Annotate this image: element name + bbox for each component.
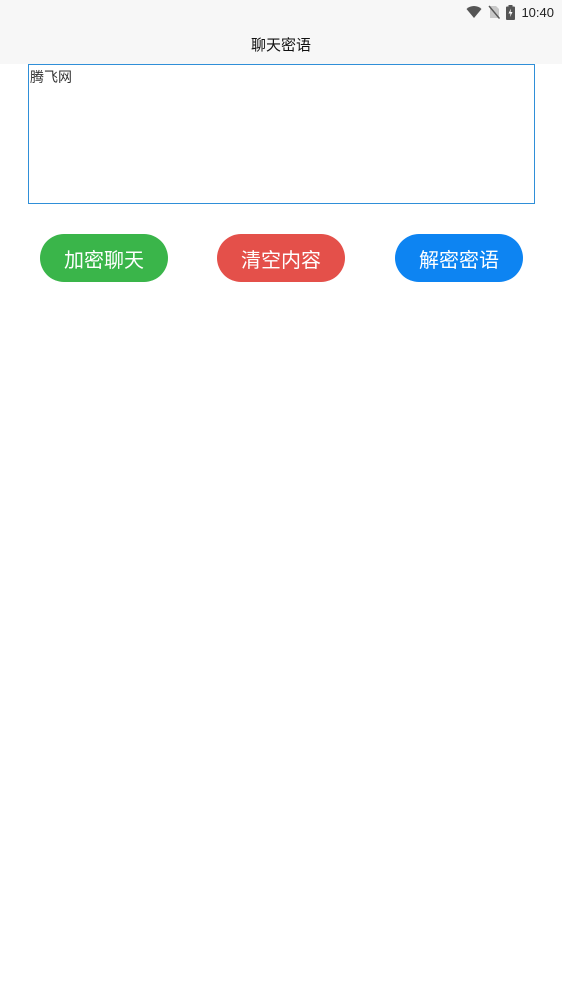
status-bar: 10:40 — [0, 0, 562, 24]
no-sim-icon — [488, 5, 501, 19]
encrypt-button[interactable]: 加密聊天 — [40, 234, 168, 282]
page-title: 聊天密语 — [250, 35, 311, 54]
clear-button[interactable]: 清空内容 — [217, 234, 345, 282]
message-input[interactable] — [28, 64, 535, 204]
wifi-icon — [466, 5, 482, 19]
decrypt-button[interactable]: 解密密语 — [395, 234, 523, 282]
status-time: 10:40 — [521, 4, 554, 20]
battery-charging-icon — [506, 4, 516, 20]
title-bar: 聊天密语 — [0, 24, 562, 64]
